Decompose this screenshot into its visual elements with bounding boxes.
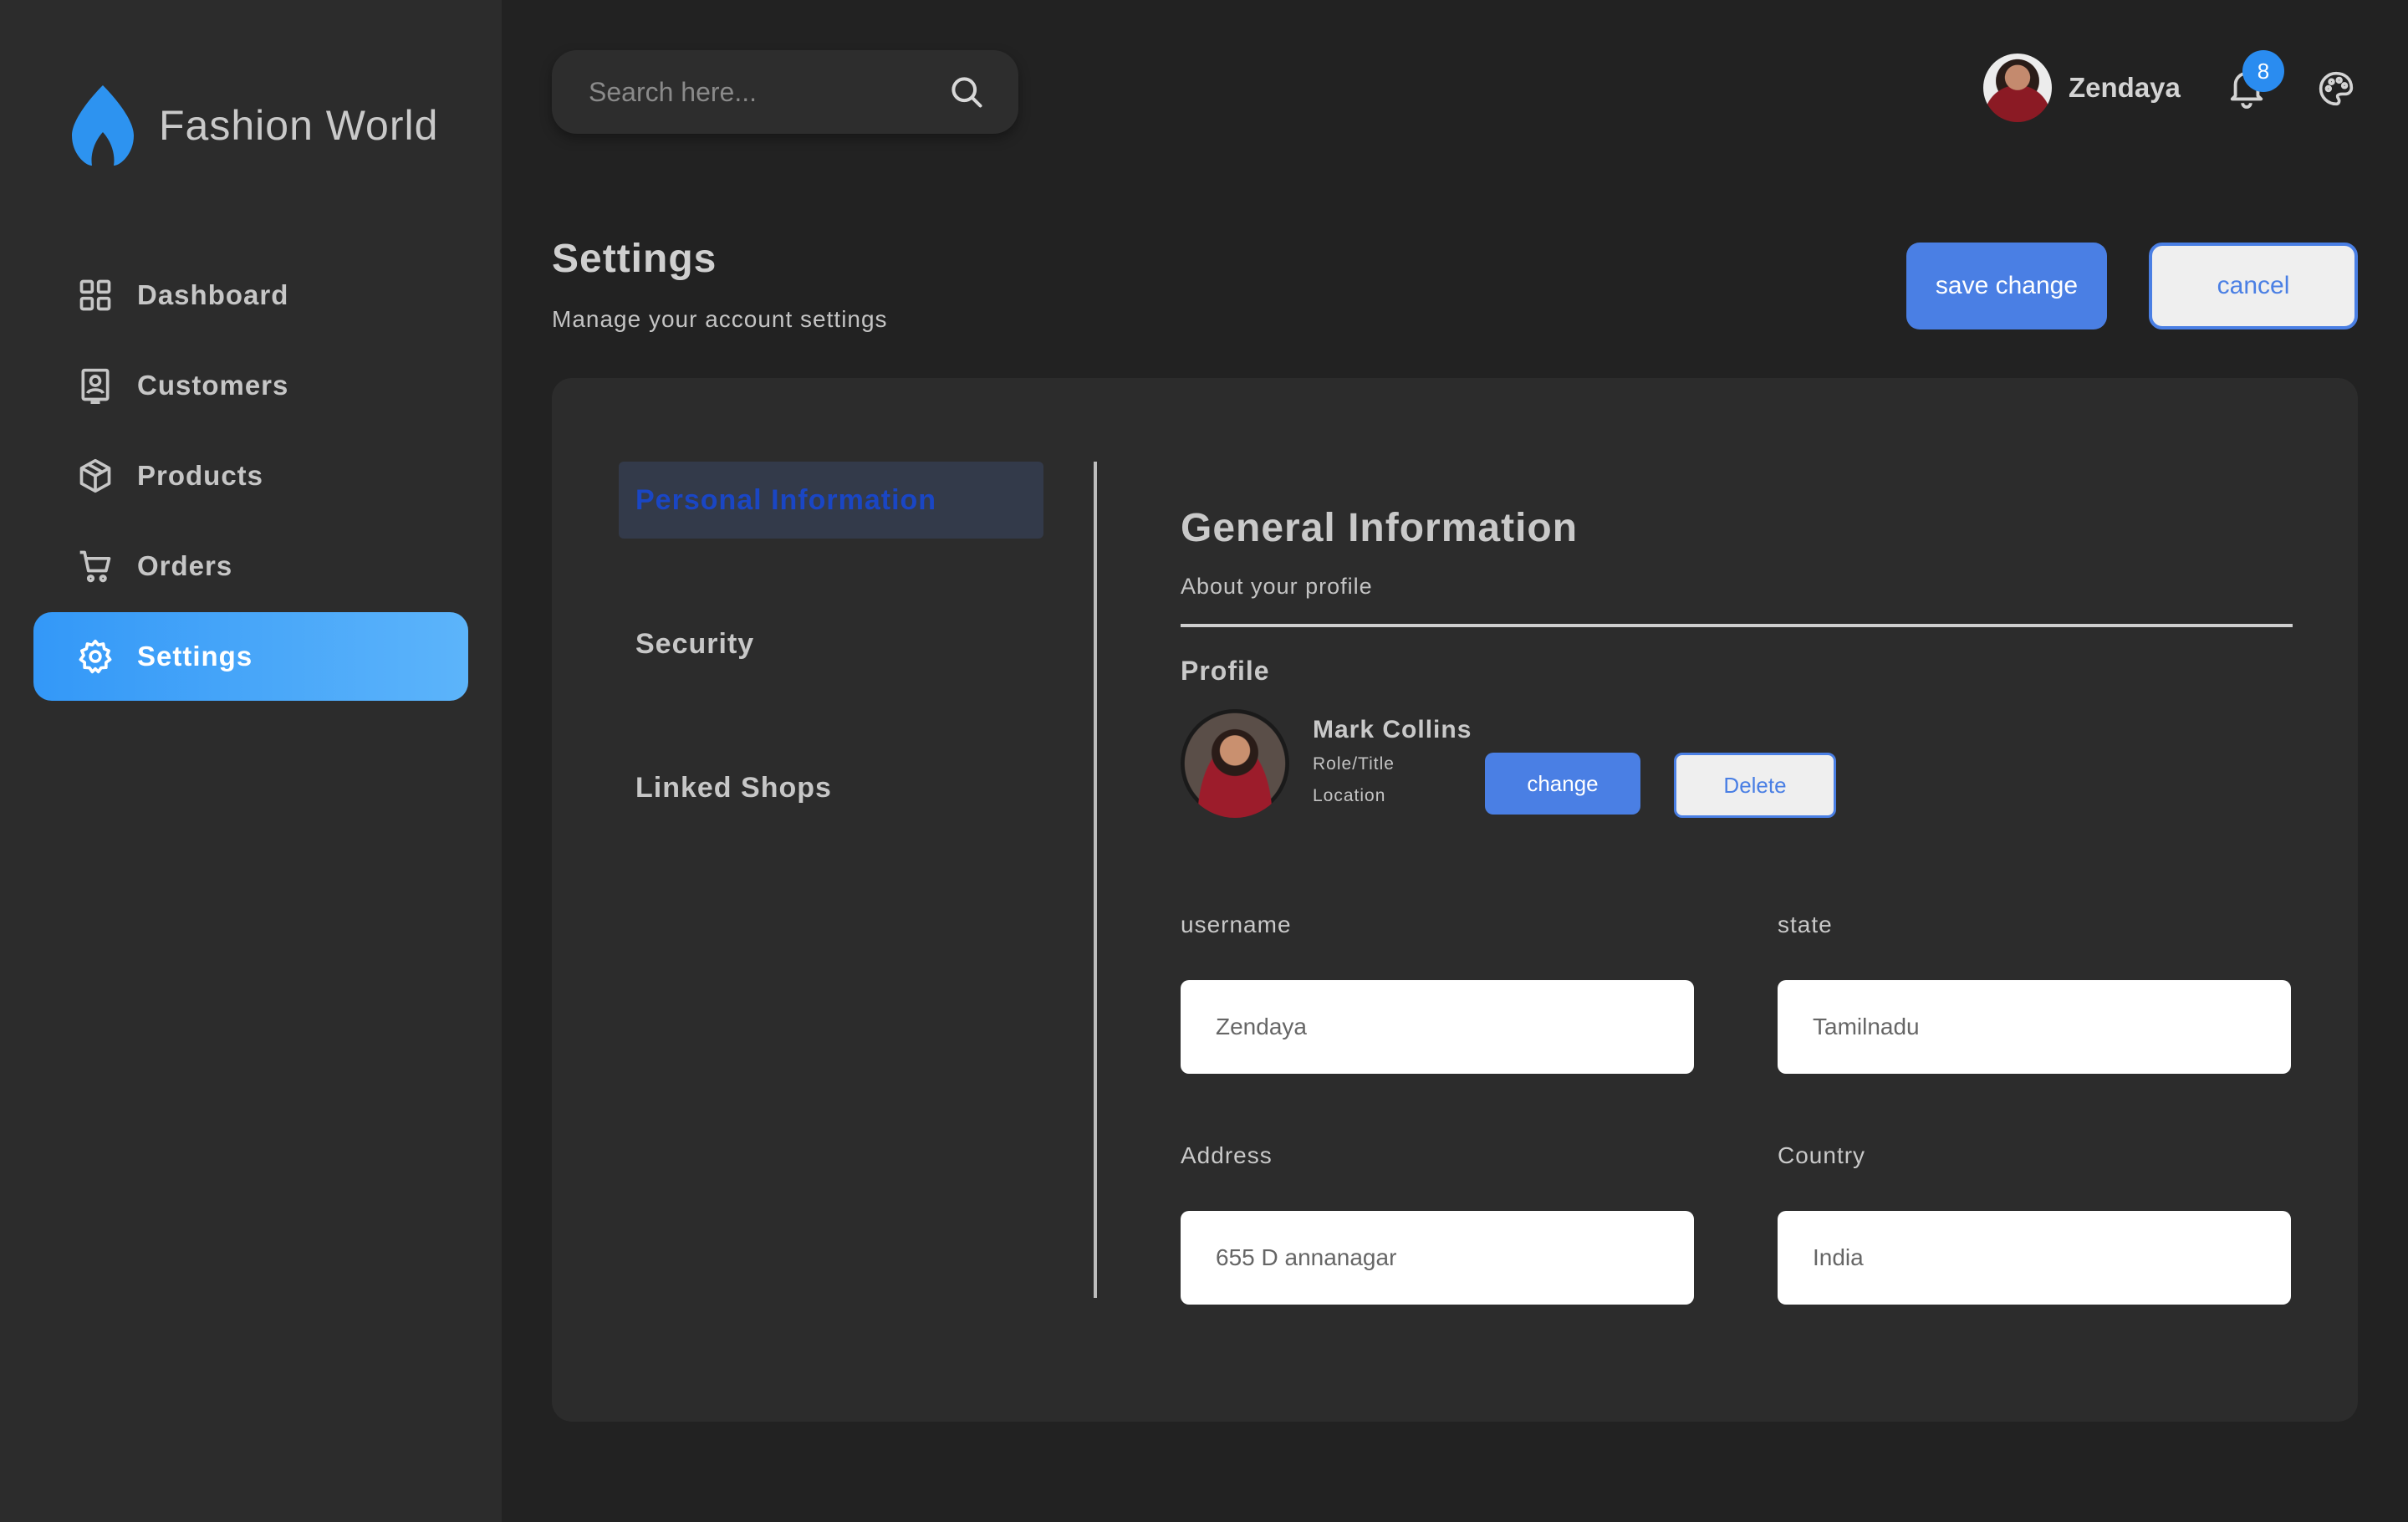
sidebar-item-label: Orders — [137, 550, 233, 581]
sidebar-item-label: Dashboard — [137, 279, 289, 310]
sidebar-item-customers[interactable]: Customers — [33, 341, 468, 430]
contact-icon — [81, 368, 110, 404]
country-field[interactable] — [1778, 1211, 2291, 1305]
avatar[interactable] — [1983, 54, 2052, 122]
search-icon[interactable] — [948, 74, 985, 110]
sidebar-item-orders[interactable]: Orders — [33, 522, 468, 610]
section-title: General Information — [1181, 506, 1579, 550]
user-name: Zendaya — [2069, 72, 2181, 103]
tab-personal-information[interactable]: Personal Information — [619, 462, 1043, 539]
sidebar-item-label: Settings — [137, 641, 253, 672]
profile-label: Profile — [1181, 656, 1270, 686]
address-label: Address — [1181, 1142, 1273, 1168]
username-label: username — [1181, 912, 1292, 937]
profile-role: Role/Title — [1313, 754, 1395, 774]
delete-photo-button[interactable]: Delete — [1674, 753, 1836, 818]
palette-icon[interactable] — [2318, 70, 2354, 107]
sidebar: Fashion World Dashboard Customers Produc… — [0, 0, 502, 1522]
brand-name: Fashion World — [159, 102, 439, 149]
gear-icon — [79, 639, 112, 674]
country-label: Country — [1778, 1142, 1866, 1168]
profile-name: Mark Collins — [1313, 716, 1472, 743]
state-label: state — [1778, 912, 1833, 937]
search-bar — [552, 50, 1018, 134]
sidebar-item-products[interactable]: Products — [33, 432, 468, 520]
state-field[interactable] — [1778, 980, 2291, 1074]
box-icon — [79, 458, 111, 493]
page-title: Settings — [552, 237, 717, 281]
search-input[interactable] — [589, 76, 948, 108]
user-menu[interactable]: Zendaya — [1983, 54, 2181, 122]
save-change-button[interactable]: save change — [1906, 243, 2107, 329]
username-field[interactable] — [1181, 980, 1694, 1074]
notification-badge[interactable]: 8 — [2242, 50, 2284, 92]
sidebar-item-settings[interactable]: Settings — [33, 612, 468, 701]
grid-icon — [79, 279, 111, 311]
address-field[interactable] — [1181, 1211, 1694, 1305]
sidebar-item-dashboard[interactable]: Dashboard — [33, 251, 468, 340]
settings-card: Personal Information Security Linked Sho… — [552, 378, 2358, 1422]
sidebar-item-label: Products — [137, 460, 264, 491]
flame-logo-icon — [72, 85, 134, 166]
cancel-button[interactable]: cancel — [2149, 243, 2358, 329]
change-photo-button[interactable]: change — [1485, 753, 1640, 815]
profile-location: Location — [1313, 786, 1386, 805]
profile-avatar — [1181, 709, 1289, 818]
section-subtitle: About your profile — [1181, 574, 1373, 599]
tab-security[interactable]: Security — [619, 605, 1043, 682]
horizontal-divider — [1181, 624, 2293, 627]
settings-tabs: Personal Information Security Linked Sho… — [619, 462, 1043, 826]
tab-linked-shops[interactable]: Linked Shops — [619, 749, 1043, 826]
cart-icon — [79, 550, 111, 583]
sidebar-item-label: Customers — [137, 370, 289, 401]
vertical-divider — [1094, 462, 1097, 1298]
sidebar-nav: Dashboard Customers Products Orders Sett… — [33, 251, 468, 702]
brand[interactable]: Fashion World — [69, 84, 438, 167]
page-subtitle: Manage your account settings — [552, 306, 888, 332]
